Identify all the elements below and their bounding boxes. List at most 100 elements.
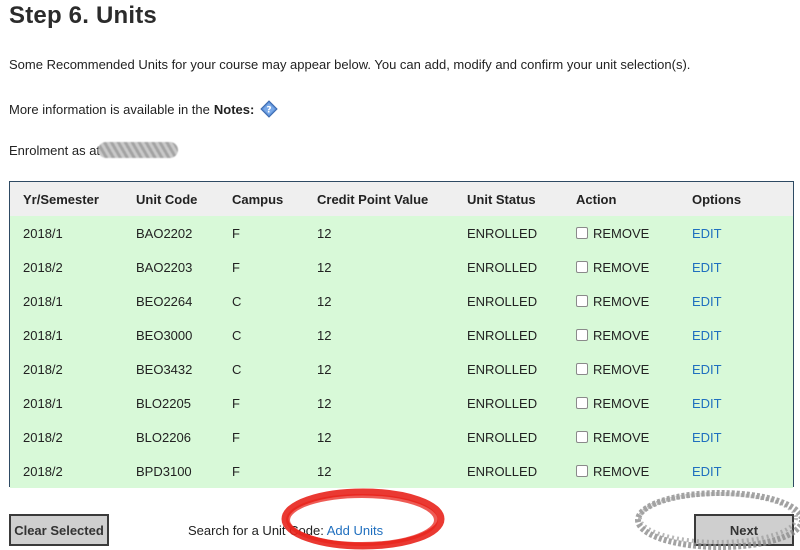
remove-checkbox[interactable]: REMOVE	[576, 396, 679, 411]
checkbox[interactable]	[576, 329, 588, 341]
cell-options: EDIT	[679, 318, 793, 352]
checkbox[interactable]	[576, 363, 588, 375]
table-row: 2018/2 BPD3100 F 12 ENROLLED REMOVE EDIT	[10, 454, 793, 488]
cell-campus: F	[232, 429, 240, 445]
edit-link[interactable]: EDIT	[692, 260, 722, 275]
checkbox[interactable]	[576, 227, 588, 239]
cell-unit-code: BPD3100	[136, 463, 192, 479]
cell-options: EDIT	[679, 284, 793, 318]
checkbox[interactable]	[576, 261, 588, 273]
cell-campus: F	[232, 259, 240, 275]
remove-checkbox[interactable]: REMOVE	[576, 464, 679, 479]
notes-label: Notes:	[213, 101, 255, 117]
next-button[interactable]: Next	[694, 514, 794, 546]
edit-link[interactable]: EDIT	[692, 430, 722, 445]
cell-action: REMOVE	[563, 250, 679, 284]
svg-text:?: ?	[267, 106, 272, 116]
red-circle-annotation	[281, 488, 445, 550]
edit-link[interactable]: EDIT	[692, 396, 722, 411]
intro-text: Some Recommended Units for your course m…	[9, 57, 691, 72]
remove-checkbox[interactable]: REMOVE	[576, 260, 679, 275]
cell-credit: 12	[317, 293, 332, 309]
cell-semester: 2018/1	[23, 225, 63, 241]
table-row: 2018/2 BAO2203 F 12 ENROLLED REMOVE EDIT	[10, 250, 793, 284]
enrolment-label: Enrolment as at	[9, 142, 101, 158]
remove-checkbox[interactable]: REMOVE	[576, 430, 679, 445]
edit-link[interactable]: EDIT	[692, 464, 722, 479]
cell-unit-code: BLO2205	[136, 395, 191, 411]
header-campus: Campus	[232, 191, 284, 207]
remove-checkbox[interactable]: REMOVE	[576, 328, 679, 343]
cell-semester: 2018/2	[23, 361, 63, 377]
cell-unit-code: BAO2202	[136, 225, 193, 241]
checkbox[interactable]	[576, 431, 588, 443]
remove-label[interactable]: REMOVE	[593, 226, 649, 241]
redacted-date	[98, 142, 179, 158]
table-row: 2018/1 BAO2202 F 12 ENROLLED REMOVE EDIT	[10, 216, 793, 250]
checkbox[interactable]	[576, 397, 588, 409]
cell-credit: 12	[317, 361, 332, 377]
units-step-page: Step 6. Units Some Recommended Units for…	[0, 0, 800, 550]
cell-options: EDIT	[679, 352, 793, 386]
edit-link[interactable]: EDIT	[692, 362, 722, 377]
remove-checkbox[interactable]: REMOVE	[576, 294, 679, 309]
add-units-link[interactable]: Add Units	[327, 523, 383, 538]
cell-credit: 12	[317, 259, 332, 275]
remove-label[interactable]: REMOVE	[593, 260, 649, 275]
cell-unit-code: BEO3432	[136, 361, 193, 377]
cell-unit-code: BEO2264	[136, 293, 193, 309]
table-row: 2018/2 BLO2206 F 12 ENROLLED REMOVE EDIT	[10, 420, 793, 454]
table-row: 2018/1 BLO2205 F 12 ENROLLED REMOVE EDIT	[10, 386, 793, 420]
edit-link[interactable]: EDIT	[692, 294, 722, 309]
checkbox[interactable]	[576, 465, 588, 477]
cell-semester: 2018/1	[23, 293, 63, 309]
cell-status: ENROLLED	[467, 463, 538, 479]
clear-selected-button[interactable]: Clear Selected	[9, 514, 109, 546]
cell-status: ENROLLED	[467, 395, 538, 411]
remove-label[interactable]: REMOVE	[593, 396, 649, 411]
cell-action: REMOVE	[563, 420, 679, 454]
cell-semester: 2018/1	[23, 395, 63, 411]
table-header-row: Yr/Semester Unit Code Campus Credit Poin…	[10, 182, 793, 216]
edit-link[interactable]: EDIT	[692, 328, 722, 343]
remove-label[interactable]: REMOVE	[593, 294, 649, 309]
header-options: Options	[692, 191, 742, 207]
help-diamond-icon[interactable]: ?	[260, 100, 279, 118]
cell-action: REMOVE	[563, 284, 679, 318]
cell-campus: C	[232, 327, 242, 343]
cell-action: REMOVE	[563, 318, 679, 352]
cell-options: EDIT	[679, 454, 793, 488]
checkbox[interactable]	[576, 295, 588, 307]
cell-semester: 2018/1	[23, 327, 63, 343]
cell-semester: 2018/2	[23, 259, 63, 275]
cell-credit: 12	[317, 429, 332, 445]
header-unit-code: Unit Code	[136, 191, 198, 207]
remove-checkbox[interactable]: REMOVE	[576, 362, 679, 377]
edit-link[interactable]: EDIT	[692, 226, 722, 241]
cell-status: ENROLLED	[467, 361, 538, 377]
remove-checkbox[interactable]: REMOVE	[576, 226, 679, 241]
cell-campus: F	[232, 463, 240, 479]
cell-status: ENROLLED	[467, 429, 538, 445]
cell-options: EDIT	[679, 386, 793, 420]
table-row: 2018/1 BEO3000 C 12 ENROLLED REMOVE EDIT	[10, 318, 793, 352]
search-unit-line: Search for a Unit Code: Add Units	[188, 523, 383, 538]
remove-label[interactable]: REMOVE	[593, 362, 649, 377]
header-unit-status: Unit Status	[467, 191, 536, 207]
cell-status: ENROLLED	[467, 225, 538, 241]
cell-campus: C	[232, 361, 242, 377]
cell-campus: C	[232, 293, 242, 309]
table-row: 2018/1 BEO2264 C 12 ENROLLED REMOVE EDIT	[10, 284, 793, 318]
notes-prefix: More information is available in the	[9, 101, 210, 117]
cell-action: REMOVE	[563, 454, 679, 488]
notes-line: More information is available in the Not…	[9, 100, 279, 118]
cell-options: EDIT	[679, 216, 793, 250]
cell-unit-code: BAO2203	[136, 259, 193, 275]
cell-status: ENROLLED	[467, 293, 538, 309]
cell-action: REMOVE	[563, 216, 679, 250]
remove-label[interactable]: REMOVE	[593, 328, 649, 343]
remove-label[interactable]: REMOVE	[593, 464, 649, 479]
remove-label[interactable]: REMOVE	[593, 430, 649, 445]
cell-action: REMOVE	[563, 386, 679, 420]
cell-credit: 12	[317, 225, 332, 241]
